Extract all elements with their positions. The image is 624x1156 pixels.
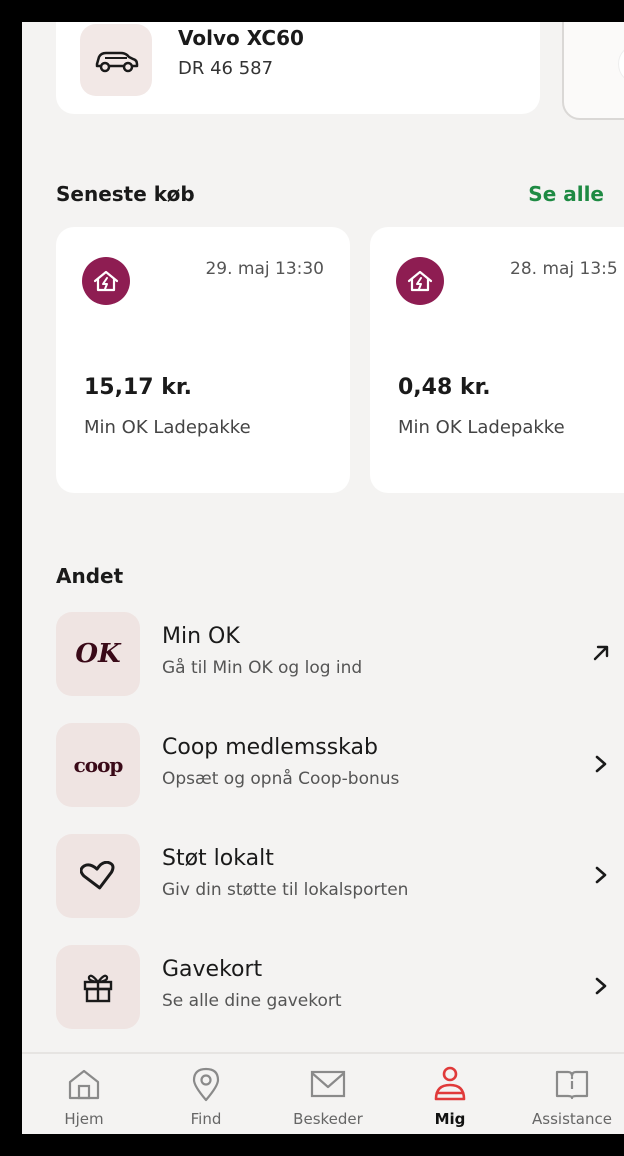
see-all-link[interactable]: Se alle bbox=[528, 182, 604, 206]
book-icon bbox=[552, 1064, 592, 1104]
purchase-date: 29. maj 13:30 bbox=[205, 259, 324, 279]
tab-label: Beskeder bbox=[293, 1110, 363, 1128]
purchase-amount: 15,17 kr. bbox=[84, 375, 192, 400]
tab-beskeder[interactable]: Beskeder bbox=[268, 1054, 388, 1134]
tab-label: Find bbox=[190, 1110, 222, 1128]
purchase-amount: 0,48 kr. bbox=[398, 375, 491, 400]
recent-purchases-title: Seneste køb bbox=[56, 182, 195, 206]
mail-icon bbox=[308, 1064, 348, 1104]
list-item-subtitle: Opsæt og opnå Coop-bonus bbox=[162, 769, 400, 789]
tab-label: Hjem bbox=[64, 1110, 104, 1128]
car-icon bbox=[80, 24, 152, 96]
list-item-subtitle: Giv din støtte til lokalsporten bbox=[162, 880, 409, 900]
status-bar bbox=[0, 0, 624, 22]
bottom-tab-bar: Hjem Find Beskeder Mig Assistance bbox=[22, 1054, 624, 1134]
list-item-title: Coop medlemsskab bbox=[162, 735, 378, 760]
chevron-right-icon bbox=[586, 971, 616, 1001]
external-arrow-icon bbox=[586, 638, 616, 668]
purchase-date: 28. maj 13:5 bbox=[510, 259, 618, 279]
charging-house-icon bbox=[396, 257, 444, 305]
vehicle-name: Volvo XC60 bbox=[178, 26, 304, 50]
ok-logo-text: OK bbox=[75, 639, 121, 669]
tab-label: Assistance bbox=[532, 1110, 612, 1128]
heart-icon bbox=[56, 834, 140, 918]
list-item-subtitle: Se alle dine gavekort bbox=[162, 991, 342, 1011]
tab-hjem[interactable]: Hjem bbox=[24, 1054, 144, 1134]
coop-logo-text: coop bbox=[73, 753, 124, 777]
purchase-description: Min OK Ladepakke bbox=[398, 417, 565, 438]
location-pin-icon bbox=[186, 1064, 226, 1104]
list-item-subtitle: Gå til Min OK og log ind bbox=[162, 658, 363, 678]
chevron-right-icon bbox=[586, 860, 616, 890]
list-item-gavekort[interactable]: Gavekort Se alle dine gavekort bbox=[56, 945, 616, 1029]
tab-label: Mig bbox=[434, 1110, 466, 1128]
list-item-min-ok[interactable]: OK Min OK Gå til Min OK og log ind bbox=[56, 612, 616, 696]
vehicle-card[interactable]: Volvo XC60 DR 46 587 bbox=[56, 22, 540, 114]
app-screen: Volvo XC60 DR 46 587 Seneste køb Se alle… bbox=[22, 22, 624, 1134]
gift-icon bbox=[56, 945, 140, 1029]
list-item-title: Min OK bbox=[162, 624, 240, 649]
home-icon bbox=[64, 1064, 104, 1104]
list-item-coop[interactable]: coop Coop medlemsskab Opsæt og opnå Coop… bbox=[56, 723, 616, 807]
other-section-title: Andet bbox=[56, 564, 124, 588]
tab-mig[interactable]: Mig bbox=[390, 1054, 510, 1134]
tab-assistance[interactable]: Assistance bbox=[512, 1054, 624, 1134]
purchase-description: Min OK Ladepakke bbox=[84, 417, 251, 438]
chevron-right-icon bbox=[586, 749, 616, 779]
add-vehicle-card[interactable] bbox=[562, 22, 624, 120]
tab-find[interactable]: Find bbox=[146, 1054, 266, 1134]
list-item-stot-lokalt[interactable]: Støt lokalt Giv din støtte til lokalspor… bbox=[56, 834, 616, 918]
purchase-card[interactable]: 28. maj 13:5 0,48 kr. Min OK Ladepakke bbox=[370, 227, 624, 493]
add-icon bbox=[618, 44, 624, 84]
charging-house-icon bbox=[82, 257, 130, 305]
ok-logo-icon: OK bbox=[56, 612, 140, 696]
list-item-title: Gavekort bbox=[162, 957, 263, 982]
user-icon bbox=[430, 1064, 470, 1104]
purchase-card[interactable]: 29. maj 13:30 15,17 kr. Min OK Ladepakke bbox=[56, 227, 350, 493]
vehicle-plate: DR 46 587 bbox=[178, 58, 274, 79]
coop-logo-icon: coop bbox=[56, 723, 140, 807]
list-item-title: Støt lokalt bbox=[162, 846, 274, 871]
